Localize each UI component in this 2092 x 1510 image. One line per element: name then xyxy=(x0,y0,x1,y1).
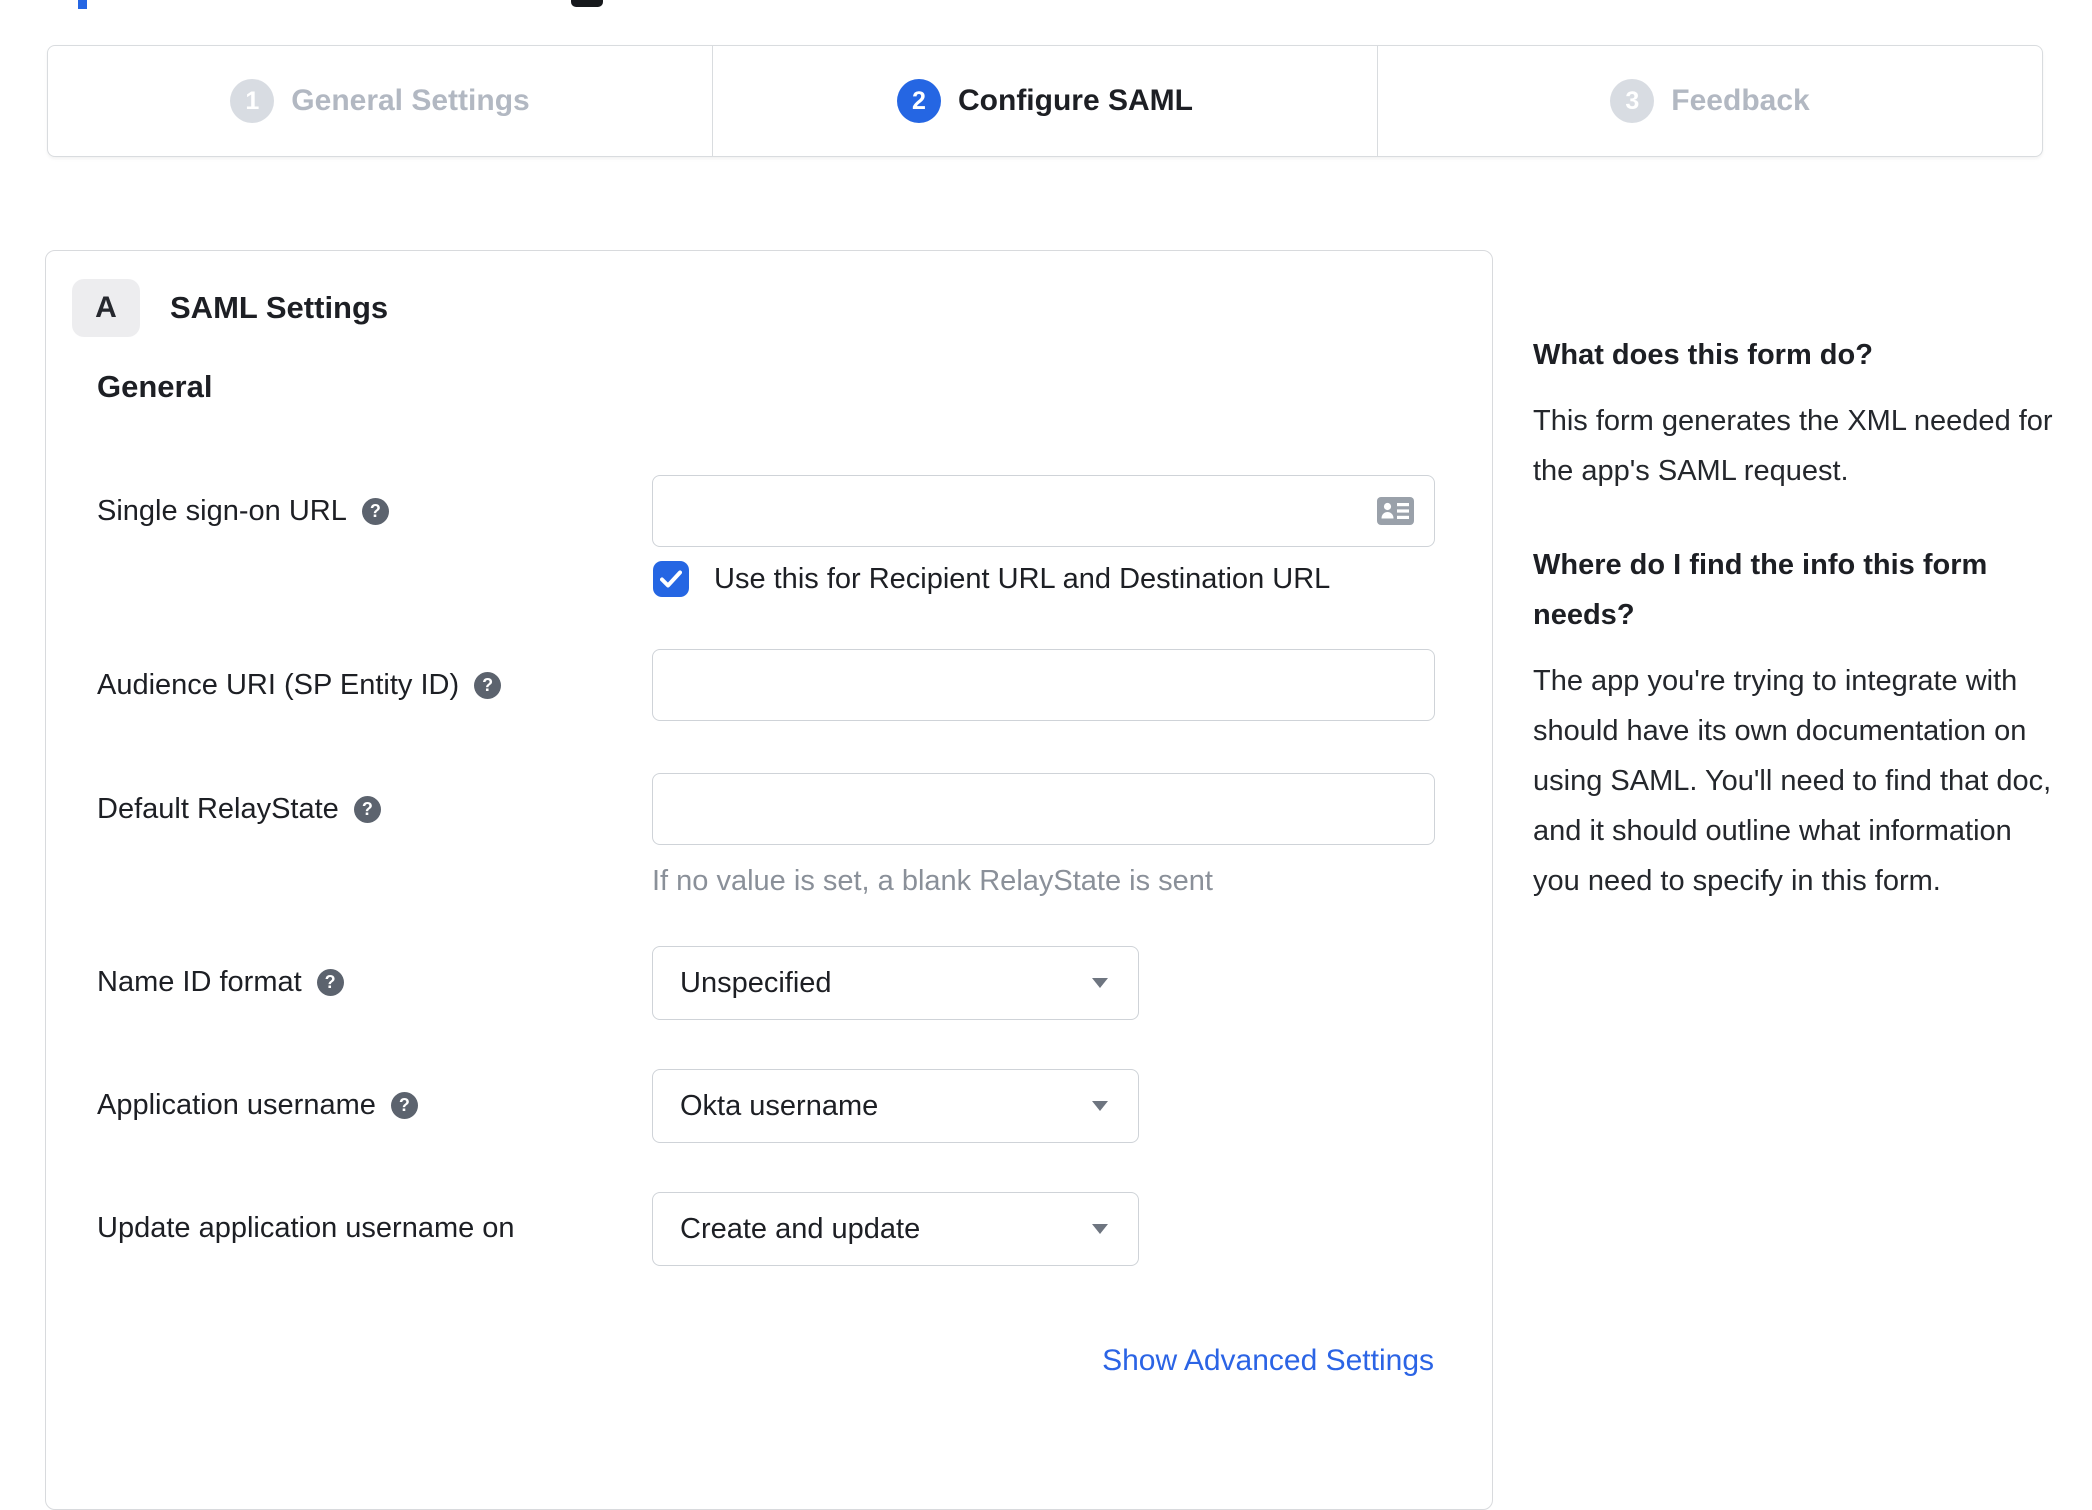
audience-uri-label-text: Audience URI (SP Entity ID) xyxy=(97,668,460,701)
audience-uri-label: Audience URI (SP Entity ID) ? xyxy=(97,667,502,703)
update-username-label: Update application username on xyxy=(97,1210,515,1246)
step-1-circle: 1 xyxy=(230,79,275,123)
application-username-select[interactable]: Okta username xyxy=(652,1069,1139,1143)
name-id-format-select[interactable]: Unspecified xyxy=(652,946,1139,1020)
help-icon[interactable]: ? xyxy=(353,795,381,823)
help-sidebar: What does this form do? This form genera… xyxy=(1533,330,2057,950)
help-icon[interactable]: ? xyxy=(474,671,502,699)
step-3-circle: 3 xyxy=(1610,79,1655,123)
step-3-label: Feedback xyxy=(1671,84,1810,117)
relay-state-label-text: Default RelayState xyxy=(97,792,339,825)
panel-header: A SAML Settings xyxy=(72,279,388,337)
show-advanced-settings-link[interactable]: Show Advanced Settings xyxy=(1102,1344,1434,1378)
name-id-format-value: Unspecified xyxy=(680,966,832,999)
sso-url-label: Single sign-on URL ? xyxy=(97,493,389,529)
step-2-label: Configure SAML xyxy=(958,84,1193,117)
application-username-value: Okta username xyxy=(680,1089,879,1122)
application-username-label: Application username ? xyxy=(97,1087,418,1123)
relay-state-hint: If no value is set, a blank RelayState i… xyxy=(652,865,1213,897)
configure-saml-page: { "stepper": { "steps": [ { "number": "1… xyxy=(0,0,2092,1510)
help-body-where: The app you're trying to integrate with … xyxy=(1533,665,2052,897)
sso-url-label-text: Single sign-on URL xyxy=(97,494,347,527)
recipient-url-checkbox[interactable] xyxy=(653,561,689,597)
panel-title: SAML Settings xyxy=(170,290,389,325)
caret-down-icon xyxy=(1092,1101,1108,1111)
general-section-heading: General xyxy=(97,369,213,404)
help-heading-where: Where do I find the info this form needs… xyxy=(1533,549,1988,631)
help-body-what: This form generates the XML needed for t… xyxy=(1533,405,2053,487)
step-1-label: General Settings xyxy=(291,84,530,117)
help-heading-what: What does this form do? xyxy=(1533,339,1873,371)
cutoff-title-accent xyxy=(78,0,87,9)
sso-url-input[interactable] xyxy=(652,475,1435,547)
name-id-format-label: Name ID format ? xyxy=(97,964,344,1000)
update-username-label-text: Update application username on xyxy=(97,1211,515,1244)
caret-down-icon xyxy=(1092,1224,1108,1234)
relay-state-label: Default RelayState ? xyxy=(97,791,381,827)
help-icon[interactable]: ? xyxy=(361,497,389,525)
checkmark-icon xyxy=(660,570,682,588)
relay-state-input[interactable] xyxy=(652,773,1435,845)
saml-settings-panel: A SAML Settings General Single sign-on U… xyxy=(45,250,1493,1510)
name-id-format-label-text: Name ID format xyxy=(97,965,302,998)
help-icon[interactable]: ? xyxy=(316,968,344,996)
application-username-label-text: Application username xyxy=(97,1088,376,1121)
update-username-value: Create and update xyxy=(680,1212,921,1245)
update-username-select[interactable]: Create and update xyxy=(652,1192,1139,1266)
step-general-settings: 1 General Settings xyxy=(48,46,712,156)
help-icon[interactable]: ? xyxy=(390,1091,418,1119)
cutoff-title-icon xyxy=(571,0,603,7)
step-feedback: 3 Feedback xyxy=(1377,46,2042,156)
caret-down-icon xyxy=(1092,978,1108,988)
step-configure-saml: 2 Configure SAML xyxy=(712,46,1377,156)
contact-card-icon xyxy=(1377,497,1414,530)
step-2-circle: 2 xyxy=(897,79,941,123)
wizard-stepper: 1 General Settings 2 Configure SAML 3 Fe… xyxy=(47,45,2043,157)
audience-uri-input[interactable] xyxy=(652,649,1435,721)
section-a-badge: A xyxy=(72,279,140,337)
recipient-url-checkbox-label: Use this for Recipient URL and Destinati… xyxy=(714,563,1331,595)
